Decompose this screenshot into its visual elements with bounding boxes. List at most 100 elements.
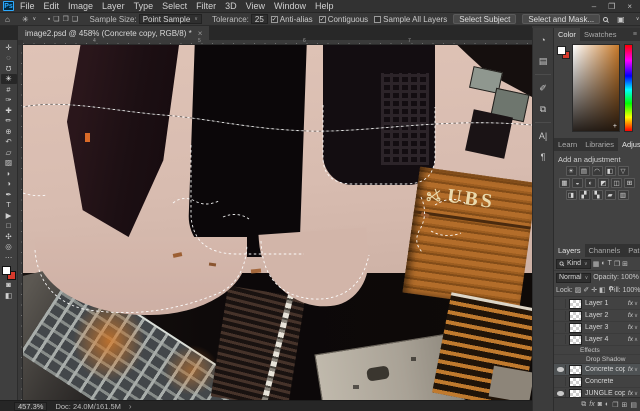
selective-color-icon[interactable]: ▥ (617, 190, 629, 200)
layer-row-layer-2[interactable]: Layer 2 fx ∨ (554, 310, 640, 322)
chevron-down-icon[interactable]: ∨ (634, 391, 638, 397)
chevron-down-icon[interactable]: ∨ (634, 313, 638, 319)
brush-tool[interactable]: ✏ (1, 116, 17, 127)
visibility-toggle[interactable] (556, 389, 566, 397)
menu-file[interactable]: File (20, 1, 35, 11)
workspace-icon[interactable]: ▣ (617, 15, 625, 24)
layer-thumbnail[interactable] (569, 322, 582, 333)
menu-edit[interactable]: Edit (44, 1, 60, 11)
tab-layers[interactable]: Layers (554, 244, 585, 257)
color-lookup-icon[interactable]: ⊞ (624, 178, 635, 188)
new-selection-icon[interactable]: ▪ (48, 16, 50, 23)
layer-thumbnail[interactable] (569, 310, 582, 321)
zoom-level-input[interactable]: 457.3% (14, 401, 48, 411)
quick-mask-icon[interactable]: ◙ (1, 280, 17, 291)
menu-window[interactable]: Window (274, 1, 306, 11)
dodge-tool[interactable]: ◑ (1, 179, 17, 190)
brightness-contrast-icon[interactable]: ☀ (565, 166, 577, 176)
layer-row-layer-4[interactable]: Layer 4 fx ∧ (554, 334, 640, 346)
character-panel-icon[interactable]: A| (534, 128, 552, 144)
panel-menu-icon[interactable]: ≡ (633, 28, 640, 41)
layer-thumbnail[interactable] (569, 298, 582, 309)
select-subject-button[interactable]: Select Subject (453, 14, 517, 24)
select-and-mask-button[interactable]: Select and Mask... (522, 14, 601, 24)
layer-mask-icon[interactable]: ◙ (598, 401, 602, 408)
tab-adjustments[interactable]: Adjustments (617, 138, 640, 151)
foreground-color-swatch[interactable] (557, 46, 566, 55)
color-picker-field[interactable]: + (572, 44, 620, 132)
filter-type-layers-icon[interactable]: T (608, 260, 612, 267)
clone-source-panel-icon[interactable]: ⧉ (534, 101, 552, 117)
tab-channels[interactable]: Channels (585, 244, 625, 257)
clone-stamp-tool[interactable]: ⊕ (1, 126, 17, 137)
effects-group-row[interactable]: Effects (554, 346, 640, 355)
layer-thumbnail[interactable] (569, 388, 582, 397)
filter-adjustment-layers-icon[interactable]: ◐ (601, 260, 605, 267)
anti-alias-checkbox[interactable]: ✓ Anti-alias (270, 15, 313, 24)
healing-brush-tool[interactable]: ✚ (1, 105, 17, 116)
shape-tool[interactable]: □ (1, 221, 17, 232)
channel-mixer-icon[interactable]: ◫ (611, 178, 622, 188)
curves-icon[interactable]: ◠ (591, 166, 603, 176)
hand-tool[interactable]: ✣ (1, 231, 17, 242)
tolerance-input[interactable]: 25 (250, 14, 268, 24)
close-tab-icon[interactable]: × (198, 29, 203, 38)
chevron-down-icon[interactable]: ∨ (634, 301, 638, 307)
close-icon[interactable]: × (627, 0, 632, 13)
tab-swatches[interactable]: Swatches (580, 28, 621, 41)
visibility-toggle[interactable] (556, 335, 566, 344)
threshold-icon[interactable]: ▚ (591, 190, 603, 200)
search-icon[interactable] (603, 16, 609, 22)
chevron-up-icon[interactable]: ∧ (634, 337, 638, 343)
menu-filter[interactable]: Filter (196, 1, 216, 11)
document-tab[interactable]: image2.psd @ 458% (Concrete copy, RGB/8)… (18, 26, 210, 40)
fx-badge[interactable]: fx (628, 324, 633, 331)
menu-3d[interactable]: 3D (225, 1, 237, 11)
drop-shadow-effect-row[interactable]: Drop Shadow (554, 355, 640, 364)
screen-mode-icon[interactable]: ◧ (1, 290, 17, 301)
fx-badge[interactable]: fx (628, 366, 633, 373)
chevron-down-icon[interactable]: ∨ (33, 16, 37, 22)
restore-icon[interactable]: ❐ (608, 0, 615, 13)
fx-badge[interactable]: fx (628, 300, 633, 307)
tab-libraries[interactable]: Libraries (581, 138, 618, 151)
magic-wand-tool[interactable]: ✳ (0, 73, 17, 84)
vibrance-icon[interactable]: ▽ (617, 166, 629, 176)
type-tool[interactable]: T (1, 200, 17, 211)
fx-badge[interactable]: fx (628, 336, 633, 343)
tab-learn[interactable]: Learn (554, 138, 581, 151)
lock-artboard-icon[interactable]: ◧ (599, 286, 606, 294)
gradient-map-icon[interactable]: ▰ (604, 190, 616, 200)
menu-help[interactable]: Help (315, 1, 334, 11)
menu-image[interactable]: Image (68, 1, 93, 11)
filter-kind-select[interactable]: Kind ∨ (556, 258, 591, 269)
mini-color-swatches[interactable] (557, 46, 570, 59)
layer-thumbnail[interactable] (569, 364, 582, 375)
contiguous-checkbox[interactable]: ✓ Contiguous (318, 15, 368, 24)
crop-tool[interactable]: # (1, 84, 17, 95)
document-canvas[interactable]: UBS (23, 45, 532, 400)
blur-tool[interactable]: ◗ (1, 168, 17, 179)
levels-icon[interactable]: ▤ (578, 166, 590, 176)
delete-layer-icon[interactable]: ▤ (630, 401, 637, 409)
adjustment-layer-icon[interactable]: ◐ (605, 401, 609, 408)
color-swatches[interactable] (1, 265, 16, 280)
menu-layer[interactable]: Layer (102, 1, 125, 11)
layer-row-concrete[interactable]: Concrete (554, 376, 640, 388)
invert-icon[interactable]: ◨ (565, 190, 577, 200)
pen-tool[interactable]: ✒ (1, 189, 17, 200)
visibility-toggle[interactable] (556, 299, 566, 308)
color-balance-icon[interactable]: ◒ (572, 178, 583, 188)
black-white-icon[interactable]: ◐ (585, 178, 596, 188)
chevron-down-icon[interactable]: ∨ (634, 367, 638, 373)
sample-all-layers-checkbox[interactable]: Sample All Layers (374, 15, 447, 24)
intersect-selection-icon[interactable]: ❑ (72, 15, 78, 23)
hue-slider[interactable] (624, 44, 633, 132)
history-panel-icon[interactable]: ◔ (534, 32, 552, 48)
chevron-down-icon[interactable]: ∨ (636, 16, 640, 22)
layer-row-layer-1[interactable]: Layer 1 fx ∨ (554, 298, 640, 310)
status-menu-icon[interactable]: › (129, 402, 132, 411)
layer-row-concrete-copy[interactable]: Concrete copy fx∨ (554, 364, 640, 376)
menu-select[interactable]: Select (162, 1, 187, 11)
visibility-toggle[interactable] (556, 311, 566, 320)
